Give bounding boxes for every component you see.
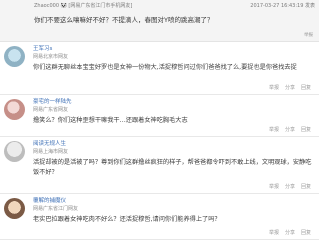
comment-actions: 举报 <box>304 32 313 38</box>
report-button[interactable]: 举报 <box>269 84 279 91</box>
reply-button[interactable]: 回复 <box>301 183 311 190</box>
avatar[interactable] <box>4 198 25 219</box>
comment-location: 网易广东省江门网友 <box>33 206 79 212</box>
comment-timestamp: 2017-03-27 16:43:19 发表 <box>250 3 315 9</box>
comment-text: 活捉却被的是活被了吗？尊到你们这群撸丝疯狂的样子，帮爸爸都令吓到不敢上线，文明观… <box>33 159 312 176</box>
comment-actions: 举报 分享 回复 <box>269 229 311 236</box>
avatar[interactable] <box>4 99 25 120</box>
share-button[interactable]: 分享 <box>285 126 295 133</box>
comment-location: 网易上海市网友 <box>33 149 69 155</box>
report-button[interactable]: 举报 <box>304 32 313 38</box>
reply-button[interactable]: 回复 <box>301 84 311 91</box>
reply-button[interactable]: 回复 <box>301 229 311 236</box>
report-button[interactable]: 举报 <box>269 126 279 133</box>
avatar[interactable] <box>4 141 25 162</box>
share-button[interactable]: 分享 <box>285 229 295 236</box>
comment-text: 你们不要这么嚷嘛好不好？不提滴人，春图对Y喷的跳高潮了？ <box>34 16 214 24</box>
share-button[interactable]: 分享 <box>285 183 295 190</box>
reply-button[interactable]: 回复 <box>301 126 311 133</box>
comment-location: 网易北京市网友 <box>33 54 69 60</box>
comment-username[interactable]: 王军习s <box>33 45 315 54</box>
comment-item: 王军习s 网易北京市网友 你们这群无聊丝本宝宝好罗也是女神一份物大,活捉穆哲问过… <box>0 42 319 95</box>
comment-meta: Zhaoc000 🐼 [网易广东省江门市手机网友] 2017-03-27 16:… <box>34 3 315 10</box>
comment-username[interactable]: 豪宅的一样陆先 <box>33 98 315 107</box>
comment-text: 你们这群无聊丝本宝宝好罗也是女神一份物大,活捉穆哲问过你们爸爸找了么,要捉也是你… <box>33 64 297 71</box>
share-button[interactable]: 分享 <box>285 84 295 91</box>
comment-list: Zhaoc000 🐼 [网易广东省江门市手机网友] 2017-03-27 16:… <box>0 0 319 240</box>
comment-text: 老实巴拉跟着女神吃肉不好么？还活捉穆哲,请问你们能养得上了吗？ <box>33 216 221 223</box>
comment-author-location[interactable]: Zhaoc000 🐼 [网易广东省江门市手机网友] <box>34 3 132 10</box>
comment-item: 豪宅的一样陆先 网易广东省网友 撸笑么？你们这种歪想干嘛我干…还跟着女神吃胸毛大… <box>0 95 319 137</box>
comment-item: 阅读无规人生 网易上海市网友 活捉却被的是活被了吗？尊到你们这群撸丝疯狂的样子，… <box>0 137 319 194</box>
comment-text: 撸笑么？你们这种歪想干嘛我干…还跟着女神吃胸毛大志 <box>33 117 188 124</box>
comment-item-first: Zhaoc000 🐼 [网易广东省江门市手机网友] 2017-03-27 16:… <box>0 0 319 42</box>
comment-username[interactable]: 覆解的捕魔仪 <box>33 197 315 206</box>
avatar[interactable] <box>4 46 25 67</box>
report-button[interactable]: 举报 <box>269 183 279 190</box>
report-button[interactable]: 举报 <box>269 229 279 236</box>
comment-actions: 举报 分享 回复 <box>269 183 311 190</box>
comment-actions: 举报 分享 回复 <box>269 126 311 133</box>
comment-item: 覆解的捕魔仪 网易广东省江门网友 老实巴拉跟着女神吃肉不好么？还活捉穆哲,请问你… <box>0 194 319 240</box>
comment-username[interactable]: 阅读无规人生 <box>33 140 315 149</box>
comment-actions: 举报 分享 回复 <box>269 84 311 91</box>
comment-location: 网易广东省网友 <box>33 107 69 113</box>
